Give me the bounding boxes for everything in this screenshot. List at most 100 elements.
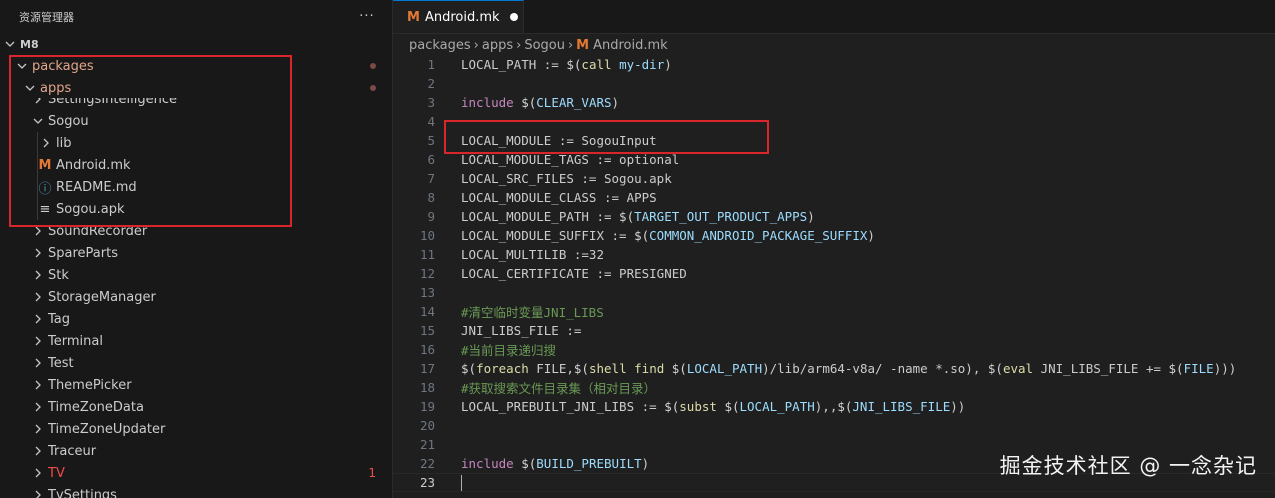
code-line[interactable]: 17 $(foreach FILE,$(shell find $(LOCAL_PA… (393, 359, 1275, 378)
line-number: 20 (419, 418, 435, 433)
more-actions-icon[interactable]: ··· (356, 9, 378, 24)
code-text: LOCAL_MODULE_SUFFIX := $(COMMON_ANDROID_… (461, 228, 875, 243)
tab-bar: M Android.mk (393, 0, 1275, 34)
tree-item-label: TV (48, 465, 65, 481)
code-text: LOCAL_PREBUILT_JNI_LIBS := $(subst $(LOC… (461, 399, 966, 414)
makefile-icon: M (576, 37, 590, 53)
tree-item-label: Terminal (48, 333, 103, 349)
chevron-right-icon: › (473, 37, 479, 53)
chevron-down-icon (4, 36, 16, 52)
tab-android-mk[interactable]: M Android.mk (393, 0, 524, 33)
explorer-header: 资源管理器 ··· (0, 0, 392, 33)
tree-item-stk[interactable]: Stk (0, 264, 392, 286)
code-text: #清空临时变量JNI_LIBS (461, 305, 604, 320)
tree-item-tv[interactable]: TV 1 (0, 462, 392, 484)
code-line[interactable]: 3 include $(CLEAR_VARS) (393, 93, 1275, 112)
line-number: 16 (419, 342, 435, 357)
annotation-box (9, 55, 292, 227)
code-line[interactable]: 19 LOCAL_PREBUILT_JNI_LIBS := $(subst $(L… (393, 397, 1275, 416)
problem-count-badge: 1 (368, 466, 376, 480)
chevron-right-icon (32, 377, 44, 393)
breadcrumb-item[interactable]: Android.mk (593, 38, 668, 53)
code-text: LOCAL_MODULE_CLASS := APPS (461, 190, 657, 205)
line-number: 2 (427, 76, 435, 91)
code-text: #当前目录递归搜 (461, 343, 557, 358)
code-text: LOCAL_CERTIFICATE := PRESIGNED (461, 266, 687, 281)
makefile-icon: M (407, 9, 420, 25)
tree-item-terminal[interactable]: Terminal (0, 330, 392, 352)
tree-item-label: Test (48, 355, 74, 371)
explorer-sidebar: 资源管理器 ··· M8 packages apps SettingsIntel… (0, 0, 393, 498)
line-number: 8 (427, 190, 435, 205)
breadcrumb-item[interactable]: packages (409, 38, 471, 53)
code-line[interactable]: 20 (393, 416, 1275, 435)
line-number: 1 (427, 57, 435, 72)
tree-root-m8[interactable]: M8 (0, 33, 392, 55)
chevron-right-icon (32, 267, 44, 283)
tree-item-label: ThemePicker (48, 377, 132, 393)
tree-item-timezonedata[interactable]: TimeZoneData (0, 396, 392, 418)
code-line[interactable]: 9 LOCAL_MODULE_PATH := $(TARGET_OUT_PRODU… (393, 207, 1275, 226)
line-number: 22 (419, 456, 435, 471)
code-text: JNI_LIBS_FILE := (461, 323, 582, 338)
code-text: include $(CLEAR_VARS) (461, 95, 620, 110)
line-number: 12 (419, 266, 435, 281)
code-line[interactable]: 10 LOCAL_MODULE_SUFFIX := $(COMMON_ANDROI… (393, 226, 1275, 245)
code-text: LOCAL_MODULE_TAGS := optional (461, 152, 680, 167)
chevron-right-icon: › (567, 37, 574, 53)
code-line[interactable]: 12 LOCAL_CERTIFICATE := PRESIGNED (393, 264, 1275, 283)
code-line[interactable]: 16 #当前目录递归搜 (393, 340, 1275, 359)
modified-dot-icon (370, 63, 376, 69)
code-text: LOCAL_MULTILIB :=32 (461, 247, 604, 262)
tree-item-traceur[interactable]: Traceur (0, 440, 392, 462)
breadcrumb: packages › apps › Sogou › M Android.mk (393, 34, 1275, 56)
code-line[interactable]: 14 #清空临时变量JNI_LIBS (393, 302, 1275, 321)
tree-item-label: TvSettings (48, 487, 117, 498)
code-text: LOCAL_PATH := $(call my-dir) (461, 57, 672, 72)
code-line[interactable]: 18 #获取搜索文件目录集（相对目录） (393, 378, 1275, 397)
tree-item-label: TimeZoneData (48, 399, 144, 415)
tree-item-spareparts[interactable]: SpareParts (0, 242, 392, 264)
code-line[interactable]: 15 JNI_LIBS_FILE := (393, 321, 1275, 340)
code-line[interactable]: 1 LOCAL_PATH := $(call my-dir) (393, 55, 1275, 74)
text-cursor (461, 475, 462, 491)
code-text: #获取搜索文件目录集（相对目录） (461, 381, 657, 396)
watermark: 掘金技术社区 @ 一念杂记 (999, 454, 1257, 478)
tree-item-label: StorageManager (48, 289, 156, 305)
tree-item-tvsettings[interactable]: TvSettings (0, 484, 392, 498)
tree-item-label: Tag (48, 311, 71, 327)
code-text: LOCAL_MODULE_PATH := $(TARGET_OUT_PRODUC… (461, 209, 815, 224)
annotation-box (444, 120, 769, 154)
tree-item-timezoneupdater[interactable]: TimeZoneUpdater (0, 418, 392, 440)
code-line[interactable]: 11 LOCAL_MULTILIB :=32 (393, 245, 1275, 264)
tree-item-test[interactable]: Test (0, 352, 392, 374)
tree-item-themepicker[interactable]: ThemePicker (0, 374, 392, 396)
line-number: 23 (419, 475, 435, 490)
chevron-right-icon (32, 355, 44, 371)
tree-item-tag[interactable]: Tag (0, 308, 392, 330)
chevron-right-icon: › (516, 37, 522, 53)
breadcrumb-item[interactable]: Sogou (524, 38, 565, 53)
chevron-right-icon (32, 443, 44, 459)
code-line[interactable]: 2 (393, 74, 1275, 93)
code-line[interactable]: 8 LOCAL_MODULE_CLASS := APPS (393, 188, 1275, 207)
breadcrumb-item[interactable]: apps (482, 38, 513, 53)
tree-item-label: SpareParts (48, 245, 118, 261)
chevron-right-icon (32, 289, 44, 305)
line-number: 6 (427, 152, 435, 167)
tree-item-label: TimeZoneUpdater (48, 421, 166, 437)
tab-label: Android.mk (424, 9, 500, 25)
code-line[interactable]: 7 LOCAL_SRC_FILES := Sogou.apk (393, 169, 1275, 188)
line-number: 15 (419, 323, 435, 338)
code-line[interactable]: 13 (393, 283, 1275, 302)
unsaved-dot-icon[interactable] (509, 13, 518, 21)
line-number: 4 (427, 114, 435, 129)
tree-item-storagemanager[interactable]: StorageManager (0, 286, 392, 308)
tree-root-label: M8 (20, 37, 39, 51)
chevron-right-icon (32, 399, 44, 415)
line-number: 5 (427, 133, 435, 148)
editor-area: M Android.mk packages › apps › Sogou › M… (393, 0, 1275, 498)
code-text: $(foreach FILE,$(shell find $(LOCAL_PATH… (461, 361, 1237, 376)
tree-item-label: Traceur (48, 443, 97, 459)
line-number: 17 (419, 361, 435, 376)
